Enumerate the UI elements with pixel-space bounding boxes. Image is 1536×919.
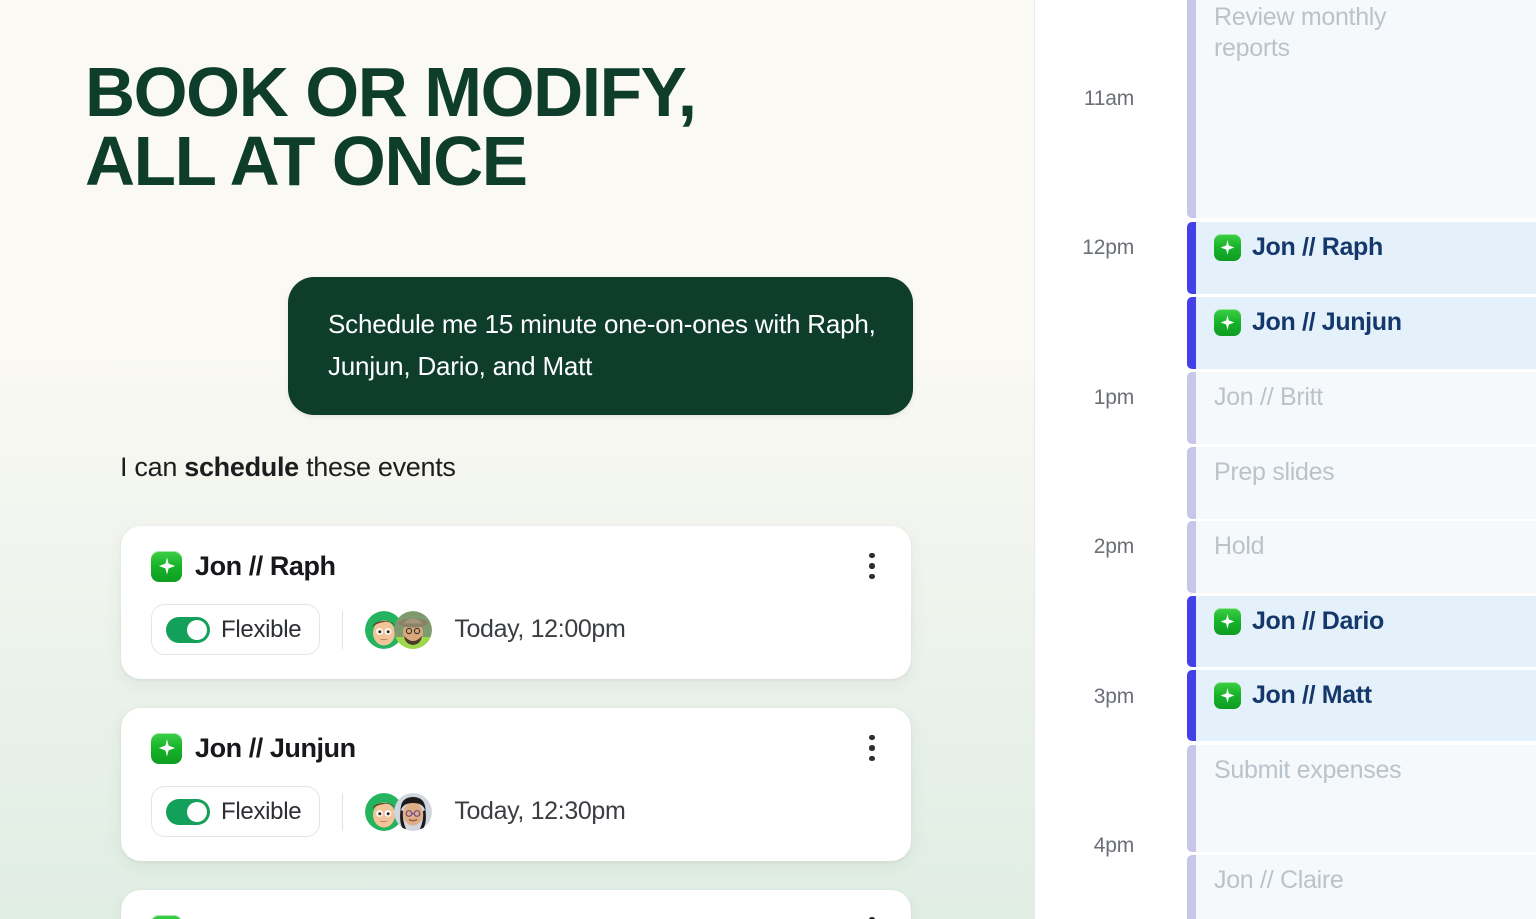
event-card-header (151, 914, 885, 919)
user-prompt-text: Schedule me 15 minute one-on-ones with R… (328, 309, 876, 382)
calendar-event[interactable]: Prep slides (1187, 447, 1536, 519)
calendar-event[interactable]: Review monthly reports (1187, 0, 1536, 218)
calendar-event-title: Jon // Junjun (1252, 308, 1402, 336)
toggle-switch-icon[interactable] (166, 616, 210, 643)
sparkle-icon (1214, 234, 1241, 261)
calendar-event-color-bar (1187, 521, 1196, 593)
avatar (394, 792, 433, 831)
meta-divider (342, 792, 344, 831)
response-suffix: these events (298, 452, 456, 482)
attendee-avatars[interactable] (365, 610, 433, 649)
kebab-menu-icon[interactable] (859, 914, 885, 919)
flexible-toggle-label: Flexible (221, 797, 302, 825)
calendar-hour-label: 2pm (1093, 535, 1134, 558)
event-card-header: Jon // Raph (151, 550, 885, 582)
calendar-event-title: Hold (1214, 532, 1265, 560)
calendar-event-title: Submit expenses (1214, 756, 1402, 784)
user-prompt-bubble: Schedule me 15 minute one-on-ones with R… (288, 277, 913, 416)
event-card[interactable]: Jon // Raph Flexible Today, 12:00pm (121, 526, 911, 679)
assistant-response-line: I can schedule these events (120, 452, 456, 483)
calendar-event-body: Submit expenses (1196, 745, 1536, 852)
calendar-event-body: Jon // Britt (1196, 372, 1536, 444)
event-card-title: Jon // Junjun (195, 732, 356, 763)
page-title: BOOK OR MODIFY, ALL AT ONCE (85, 53, 697, 200)
sparkle-icon (1214, 682, 1241, 709)
calendar-event[interactable]: Jon // Dario (1187, 596, 1536, 667)
calendar-event[interactable]: Jon // Claire (1187, 855, 1536, 919)
calendar-hour-label: 11am (1083, 87, 1134, 110)
calendar-event-color-bar (1187, 0, 1196, 218)
calendar-event-body: Review monthly reports (1196, 0, 1536, 218)
app-screen: BOOK OR MODIFY, ALL AT ONCE Schedule me … (0, 0, 1536, 919)
calendar-hour-label: 3pm (1093, 685, 1134, 708)
calendar-hour-label: 1pm (1093, 386, 1134, 409)
calendar-event-color-bar (1187, 222, 1196, 294)
event-card-list: Jon // Raph Flexible Today, 12:00pm Jon … (121, 526, 911, 919)
calendar-event-title: Jon // Claire (1214, 866, 1344, 894)
calendar-event-color-bar (1187, 447, 1196, 519)
event-card-header: Jon // Junjun (151, 732, 885, 764)
sparkle-icon (1214, 608, 1241, 635)
calendar-event-body: Prep slides (1196, 447, 1536, 519)
calendar-event[interactable]: Submit expenses (1187, 745, 1536, 852)
attendee-avatars[interactable] (365, 792, 433, 831)
calendar-hour-label: 4pm (1093, 834, 1134, 857)
calendar-event[interactable]: Hold (1187, 521, 1536, 593)
calendar-event-title: Jon // Dario (1252, 607, 1384, 635)
event-card-meta: Flexible (151, 604, 885, 655)
calendar-panel: 11am 12pm 1pm 2pm 3pm 4pm Review monthly repor… (1034, 0, 1536, 919)
calendar-event[interactable]: Jon // Junjun (1187, 297, 1536, 369)
calendar-grid: 11am 12pm 1pm 2pm 3pm 4pm Review monthly repor… (1035, 0, 1536, 919)
sparkle-icon (151, 550, 182, 582)
event-time: Today, 12:00pm (454, 615, 626, 643)
kebab-menu-icon[interactable] (859, 550, 885, 582)
calendar-event[interactable]: Jon // Raph (1187, 222, 1536, 294)
event-card[interactable] (121, 890, 911, 919)
calendar-hour-label: 12pm (1082, 236, 1134, 259)
sparkle-icon (1214, 309, 1241, 336)
response-emphasis: schedule (184, 452, 299, 482)
sparkle-icon (151, 914, 182, 919)
flexible-toggle[interactable]: Flexible (151, 786, 321, 837)
calendar-event-color-bar (1187, 297, 1196, 369)
calendar-event-title: Prep slides (1214, 458, 1335, 486)
event-card[interactable]: Jon // Junjun Flexible Today, 12:30pm (121, 708, 911, 861)
calendar-event-body: Jon // Dario (1196, 596, 1536, 667)
calendar-event-color-bar (1187, 745, 1196, 852)
calendar-event-title: Jon // Britt (1214, 383, 1323, 411)
calendar-event-title: Review monthly reports (1214, 3, 1387, 63)
meta-divider (342, 610, 344, 649)
calendar-event-body: Jon // Junjun (1196, 297, 1536, 369)
sparkle-icon (151, 732, 182, 764)
calendar-event-body: Jon // Claire (1196, 855, 1536, 919)
calendar-event-title: Jon // Raph (1252, 233, 1383, 261)
kebab-menu-icon[interactable] (859, 732, 885, 764)
calendar-event-color-bar (1187, 596, 1196, 667)
calendar-event-body: Hold (1196, 521, 1536, 593)
response-prefix: I can (120, 452, 185, 482)
calendar-event-title: Jon // Matt (1252, 681, 1372, 709)
event-card-title: Jon // Raph (195, 550, 336, 581)
calendar-event[interactable]: Jon // Britt (1187, 372, 1536, 444)
flexible-toggle[interactable]: Flexible (151, 604, 321, 655)
flexible-toggle-label: Flexible (221, 615, 302, 643)
marketing-panel: BOOK OR MODIFY, ALL AT ONCE Schedule me … (0, 0, 1034, 919)
toggle-switch-icon[interactable] (166, 798, 210, 825)
calendar-event-body: Jon // Raph (1196, 222, 1536, 294)
calendar-event-color-bar (1187, 372, 1196, 444)
event-card-meta: Flexible (151, 786, 885, 837)
event-time: Today, 12:30pm (454, 797, 626, 825)
calendar-event-color-bar (1187, 855, 1196, 919)
avatar (394, 610, 433, 649)
calendar-event-body: Jon // Matt (1196, 670, 1536, 741)
calendar-event[interactable]: Jon // Matt (1187, 670, 1536, 741)
calendar-event-color-bar (1187, 670, 1196, 741)
